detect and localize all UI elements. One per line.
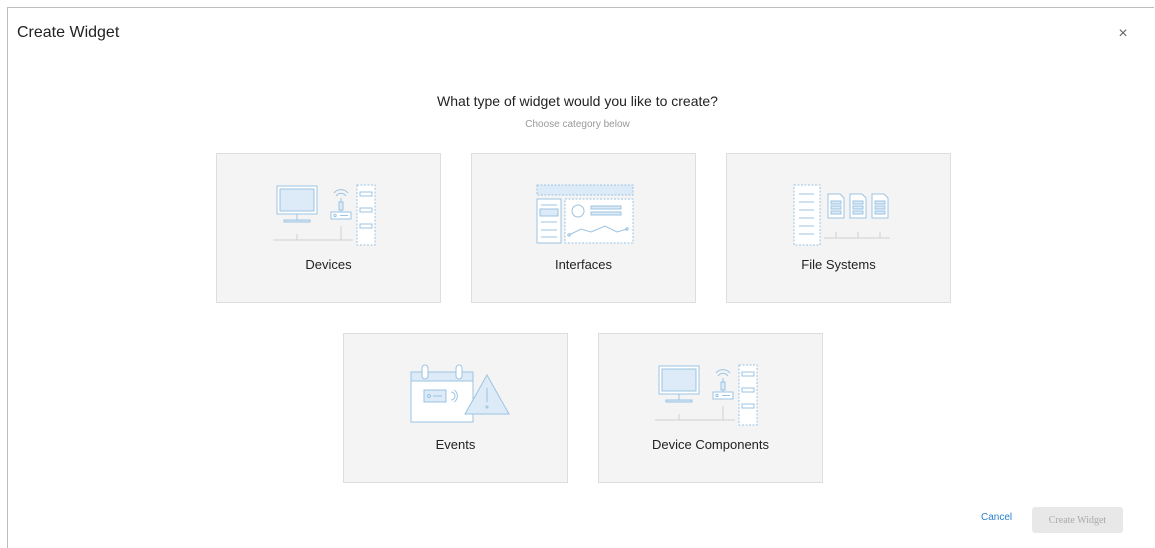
close-icon[interactable]: × [1111, 26, 1135, 50]
category-card-events[interactable]: Events [343, 333, 568, 483]
file-systems-icon [793, 184, 890, 246]
category-card-devices[interactable]: Devices [216, 153, 441, 303]
create-widget-button[interactable]: Create Widget [1032, 507, 1123, 533]
dialog-title: Create Widget [17, 24, 120, 41]
category-card-interfaces[interactable]: Interfaces [471, 153, 696, 303]
device-components-icon [654, 364, 757, 426]
category-label: Interfaces [554, 257, 613, 272]
category-card-device-components[interactable]: Device Components [598, 333, 823, 483]
devices-icon [272, 184, 375, 246]
cancel-button[interactable]: Cancel [981, 512, 1012, 523]
category-label: File Systems [801, 257, 876, 272]
category-label: Device Components [651, 437, 770, 452]
question-heading: What type of widget would you like to cr… [437, 93, 718, 109]
category-label: Events [435, 437, 476, 452]
category-label: Devices [305, 257, 352, 272]
events-icon [410, 364, 510, 423]
question-subtitle: Choose category below [525, 119, 630, 130]
interfaces-icon [536, 184, 633, 244]
category-card-file-systems[interactable]: File Systems [726, 153, 951, 303]
